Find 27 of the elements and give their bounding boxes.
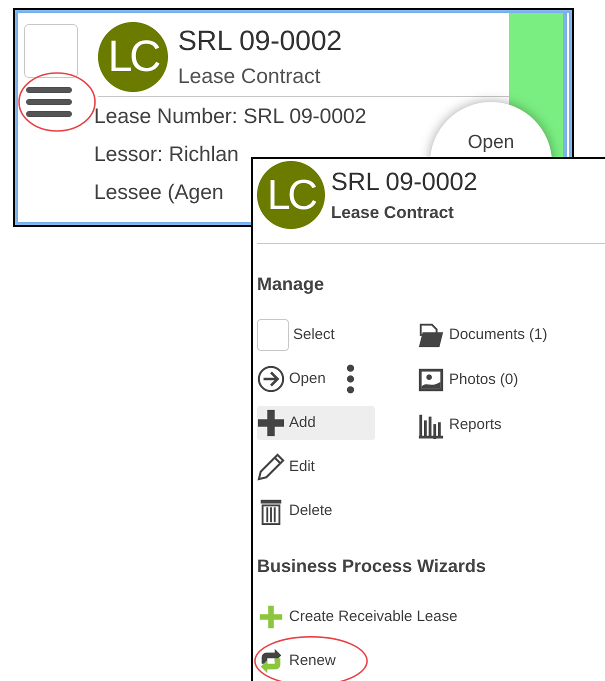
menu-item[interactable]: Add <box>257 406 375 440</box>
record-type: Lease Contract <box>331 202 455 222</box>
plus-icon <box>257 408 285 436</box>
avatar: LC <box>257 161 325 229</box>
checkbox[interactable] <box>257 318 289 350</box>
record-title: SRL 09-0002 <box>178 25 342 57</box>
menu-item[interactable]: Photos (0) <box>417 362 524 396</box>
menu-item[interactable]: Edit <box>257 450 321 484</box>
menu-item[interactable]: Delete <box>257 494 338 528</box>
pencil-icon <box>257 452 285 480</box>
avatar: LC <box>98 22 168 92</box>
section-heading: Manage <box>257 274 326 295</box>
detail-line: Lessee (Agen <box>94 181 224 205</box>
arrow-circle-icon <box>257 364 285 392</box>
menu-item[interactable]: Reports <box>417 408 508 442</box>
select-checkbox[interactable] <box>24 24 78 78</box>
more-icon[interactable] <box>346 362 355 394</box>
menu-item[interactable]: Open <box>257 362 332 396</box>
record-type: Lease Contract <box>178 65 322 89</box>
section-heading: Business Process Wizards <box>257 556 487 577</box>
detail-line: Lease Number: SRL 09-0002 <box>94 105 366 129</box>
menu-item[interactable]: Documents (1) <box>417 318 554 352</box>
menu-icon[interactable] <box>24 86 74 118</box>
menu-item[interactable]: Select <box>257 318 341 352</box>
menu-item[interactable]: Create Receivable Lease <box>257 600 464 634</box>
record-title: SRL 09-0002 <box>331 168 478 196</box>
detail-line: Lessor: Richlan <box>94 143 239 167</box>
